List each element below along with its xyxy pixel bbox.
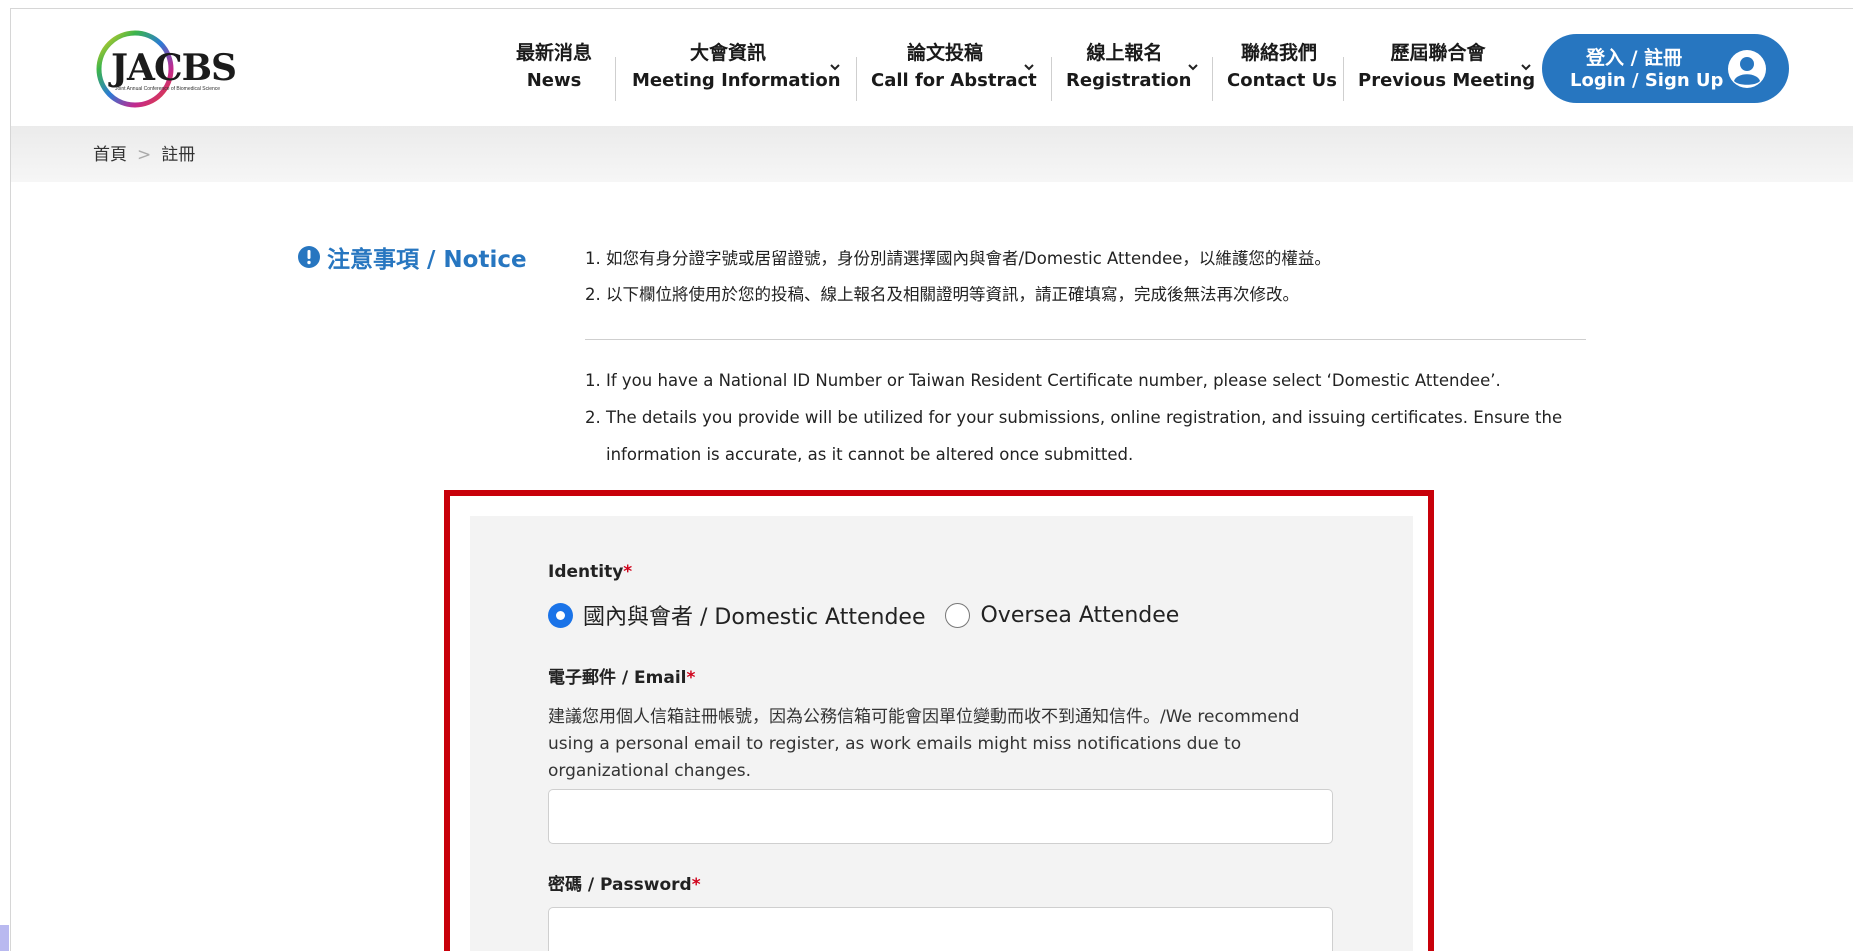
identity-radio-group: 國內與會者 / Domestic Attendee Oversea Attend… <box>548 599 1199 631</box>
side-strip <box>0 925 9 951</box>
nav-label-zh: 大會資訊 <box>689 42 766 64</box>
notice-en-list: 1. If you have a National ID Number or T… <box>585 362 1597 473</box>
notice-divider <box>585 339 1586 340</box>
nav-label-zh: 最新消息 <box>515 42 592 64</box>
nav-label-zh: 線上報名 <box>1086 42 1163 64</box>
list-item: 1. 如您有身分證字號或居留證號，身份別請選擇國內與會者/Domestic At… <box>585 241 1597 277</box>
required-mark: * <box>623 562 633 582</box>
nav-item-call-for-abstract[interactable]: 論文投稿 Call for Abstract <box>871 39 1037 99</box>
email-label-text: 電子郵件 / Email <box>548 668 687 688</box>
site-header: JACBS Joint Annual Conference of Biomedi… <box>11 9 1853 126</box>
radio-label-oversea[interactable]: Oversea Attendee <box>980 603 1179 628</box>
email-input[interactable] <box>548 789 1333 844</box>
page: JACBS Joint Annual Conference of Biomedi… <box>10 8 1853 951</box>
nav-item-contact-us[interactable]: 聯絡我們 Contact Us <box>1227 39 1338 99</box>
password-input[interactable] <box>548 907 1333 951</box>
notice-title-text: 注意事項 / Notice <box>327 247 527 273</box>
list-item: 2. 以下欄位將使用於您的投稿、線上報名及相關證明等資訊，請正確填寫，完成後無法… <box>585 277 1597 313</box>
list-text: The details you provide will be utilized… <box>606 408 1563 464</box>
nav-divider <box>856 57 857 101</box>
list-item: 1. If you have a National ID Number or T… <box>585 362 1597 399</box>
exclamation-circle-icon <box>298 246 320 268</box>
login-label-en: Login / Sign Up <box>1570 70 1724 91</box>
nav-label-zh: 聯絡我們 <box>1240 42 1317 64</box>
list-item: 2. The details you provide will be utili… <box>585 399 1597 473</box>
email-helper-text: 建議您用個人信箱註冊帳號，因為公務信箱可能會因單位變動而收不到通知信件。/We … <box>548 707 1300 781</box>
breadcrumb-bar: 首頁 > 註冊 <box>11 126 1853 182</box>
nav-label-en: Meeting Information <box>632 70 841 91</box>
site-logo[interactable]: JACBS Joint Annual Conference of Biomedi… <box>95 29 240 109</box>
list-number: 2. <box>585 408 601 427</box>
login-signup-button[interactable]: 登入 / 註冊 Login / Sign Up <box>1542 34 1789 103</box>
list-text: If you have a National ID Number or Taiw… <box>606 371 1501 390</box>
list-number: 1. <box>585 249 601 268</box>
identity-label: Identity* <box>548 562 632 582</box>
email-label: 電子郵件 / Email* <box>548 663 695 688</box>
chevron-down-icon[interactable] <box>1187 61 1199 73</box>
logo-text: JACBS <box>111 47 237 89</box>
login-label-zh: 登入 / 註冊 <box>1586 47 1683 69</box>
nav-label-en: Previous Meeting <box>1358 70 1536 91</box>
list-number: 1. <box>585 371 601 390</box>
notice-heading: 注意事項 / Notice <box>297 240 527 274</box>
nav-label-zh: 歷屆聯合會 <box>1390 42 1486 64</box>
nav-item-meeting-information[interactable]: 大會資訊 Meeting Information <box>632 39 841 99</box>
chevron-down-icon[interactable] <box>1520 61 1532 73</box>
nav-label-zh: 論文投稿 <box>906 42 983 64</box>
notice-zh-list: 1. 如您有身分證字號或居留證號，身份別請選擇國內與會者/Domestic At… <box>585 241 1597 313</box>
list-number: 2. <box>585 285 601 304</box>
nav-divider <box>1212 57 1213 101</box>
radio-oversea-attendee[interactable] <box>945 602 971 628</box>
breadcrumb-separator: > <box>137 145 152 165</box>
logo-subtitle: Joint Annual Conference of Biomedical Sc… <box>115 86 221 92</box>
nav-label-en: News <box>526 70 582 91</box>
list-text: 以下欄位將使用於您的投稿、線上報名及相關證明等資訊，請正確填寫，完成後無法再次修… <box>606 285 1299 304</box>
nav-divider <box>615 57 616 101</box>
nav-item-registration[interactable]: 線上報名 Registration <box>1066 39 1192 99</box>
breadcrumb-home-link[interactable]: 首頁 <box>93 145 127 165</box>
nav-label-en: Call for Abstract <box>871 70 1037 91</box>
user-avatar-icon <box>1728 50 1766 88</box>
breadcrumb-current: 註冊 <box>161 145 196 165</box>
nav-divider <box>1051 57 1052 101</box>
identity-label-text: Identity <box>548 562 624 582</box>
password-label: 密碼 / Password* <box>548 870 701 895</box>
nav-label-en: Contact Us <box>1227 70 1338 91</box>
password-label-text: 密碼 / Password <box>548 875 692 895</box>
nav-item-news[interactable]: 最新消息 News <box>507 39 601 99</box>
nav-item-previous-meeting[interactable]: 歷屆聯合會 Previous Meeting <box>1358 39 1536 99</box>
chevron-down-icon[interactable] <box>1023 61 1035 73</box>
nav-divider <box>1343 57 1344 101</box>
chevron-down-icon[interactable] <box>829 61 841 73</box>
radio-domestic-attendee[interactable] <box>548 602 573 628</box>
nav-label-en: Registration <box>1066 70 1192 91</box>
required-mark: * <box>686 668 696 688</box>
required-mark: * <box>691 875 701 895</box>
list-text: 如您有身分證字號或居留證號，身份別請選擇國內與會者/Domestic Atten… <box>606 249 1331 268</box>
breadcrumb: 首頁 > 註冊 <box>93 140 195 165</box>
radio-label-domestic[interactable]: 國內與會者 / Domestic Attendee <box>583 599 925 631</box>
